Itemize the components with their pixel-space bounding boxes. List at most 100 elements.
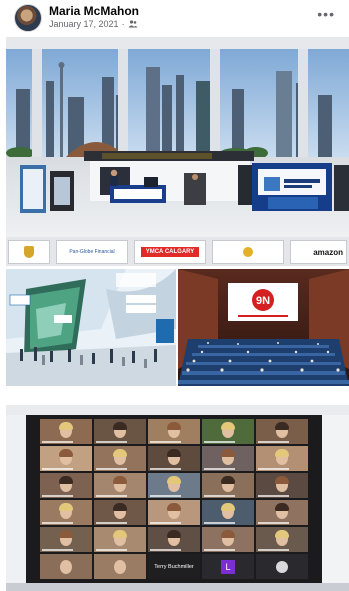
participant-name: [96, 441, 128, 443]
avatar-letter: L: [221, 559, 235, 574]
participant-tile[interactable]: [94, 419, 146, 444]
sponsor-banner-1[interactable]: [8, 240, 50, 264]
participant-name: [42, 441, 74, 443]
participant-tile[interactable]: [94, 554, 146, 579]
participant-tile[interactable]: [40, 473, 92, 498]
meta-separator: ·: [121, 19, 125, 29]
participant-tile[interactable]: [40, 554, 92, 579]
photo-virtual-expo[interactable]: [6, 37, 349, 266]
participant-tile[interactable]: [148, 473, 200, 498]
participant-hair: [59, 529, 73, 538]
participant-name: [258, 468, 290, 470]
participant-hair: [113, 529, 127, 538]
participant-hair: [275, 421, 289, 430]
participant-hair: [113, 421, 127, 430]
sponsor-banner-strip: Pan-Globe Financial YMCA CALGARY amazon: [6, 240, 349, 264]
participant-tile[interactable]: [256, 446, 308, 471]
badge-icon: [243, 247, 253, 257]
participant-tile[interactable]: [148, 446, 200, 471]
participant-name: [150, 468, 182, 470]
friends-icon: [128, 20, 138, 28]
participant-face: [60, 559, 72, 574]
participant-tile[interactable]: [256, 527, 308, 552]
auditorium-logo: 9N: [256, 295, 270, 307]
participant-tile[interactable]: [202, 419, 254, 444]
participant-hair: [59, 475, 73, 484]
participant-hair: [275, 502, 289, 511]
participant-tile[interactable]: [40, 500, 92, 525]
amazon-label: amazon: [313, 247, 343, 257]
participant-name: [96, 468, 128, 470]
participant-tile[interactable]: [256, 500, 308, 525]
participant-name: [96, 522, 128, 524]
crest-icon: [24, 246, 34, 258]
participant-name: [96, 495, 128, 497]
participant-hair: [221, 475, 235, 484]
participant-hair: [275, 529, 289, 538]
participant-name: [204, 495, 236, 497]
sponsor-banner-amazon[interactable]: amazon: [290, 240, 347, 264]
participant-name: [204, 441, 236, 443]
participant-tile[interactable]: [256, 473, 308, 498]
participant-hair: [221, 502, 235, 511]
participant-name: [42, 495, 74, 497]
left-panel: [6, 415, 26, 583]
avatar-letter-tile[interactable]: L: [202, 554, 254, 579]
participant-hair: [167, 475, 181, 484]
phone-icon: [276, 560, 288, 573]
participant-tile[interactable]: [148, 500, 200, 525]
participant-tile[interactable]: [40, 527, 92, 552]
sponsor-banner-2[interactable]: Pan-Globe Financial: [56, 240, 128, 264]
participant-name: [96, 549, 128, 551]
more-options-icon[interactable]: •••: [317, 6, 335, 22]
participant-tile[interactable]: [94, 500, 146, 525]
post-meta: January 17, 2021 ·: [49, 19, 138, 29]
author-name[interactable]: Maria McMahon: [49, 4, 139, 18]
participant-hair: [59, 502, 73, 511]
participant-hair: [113, 475, 127, 484]
participant-tile[interactable]: [94, 473, 146, 498]
participant-hair: [113, 502, 127, 511]
participant-name: [258, 441, 290, 443]
participant-tile[interactable]: [40, 446, 92, 471]
sponsor-banner-ymca[interactable]: YMCA CALGARY: [134, 240, 206, 264]
participant-hair: [221, 421, 235, 430]
avatar[interactable]: [14, 4, 42, 32]
participant-tile[interactable]: [202, 446, 254, 471]
participant-tile[interactable]: [202, 473, 254, 498]
participant-tile[interactable]: [94, 446, 146, 471]
post-date[interactable]: January 17, 2021: [49, 19, 119, 29]
photo-virtual-atrium[interactable]: [6, 269, 176, 386]
participant-hair: [275, 448, 289, 457]
participant-hair: [113, 448, 127, 457]
ymca-label: YMCA CALGARY: [140, 247, 200, 257]
phone-caller-tile[interactable]: [256, 554, 308, 579]
participant-name: [204, 522, 236, 524]
sponsor-banner-2-label: Pan-Globe Financial: [69, 249, 115, 255]
participant-name: [150, 522, 182, 524]
participant-name: [258, 549, 290, 551]
screen-topbar: [6, 405, 349, 415]
participant-tile[interactable]: [94, 527, 146, 552]
participant-tile[interactable]: [256, 419, 308, 444]
participant-name: [204, 468, 236, 470]
participant-hair: [167, 421, 181, 430]
speaker-name: Terry Buchmiller: [154, 563, 194, 570]
participant-tile[interactable]: [40, 419, 92, 444]
participant-tile[interactable]: [202, 527, 254, 552]
participant-hair: [221, 448, 235, 457]
participant-tile[interactable]: [202, 500, 254, 525]
participant-hair: [59, 448, 73, 457]
participant-tile[interactable]: [148, 527, 200, 552]
participant-hair: [275, 475, 289, 484]
participant-hair: [59, 421, 73, 430]
photo-virtual-auditorium[interactable]: 9N: [178, 269, 349, 386]
sponsor-banner-4[interactable]: [212, 240, 284, 264]
photo-video-conference[interactable]: Terry Buchmiller L: [6, 405, 349, 591]
participant-grid: Terry Buchmiller L: [40, 419, 308, 579]
participant-tile[interactable]: [148, 419, 200, 444]
post-header: Maria McMahon January 17, 2021 · •••: [0, 0, 349, 36]
participant-name: [204, 549, 236, 551]
participant-name: [42, 549, 74, 551]
speaker-name-tile[interactable]: Terry Buchmiller: [148, 554, 200, 579]
